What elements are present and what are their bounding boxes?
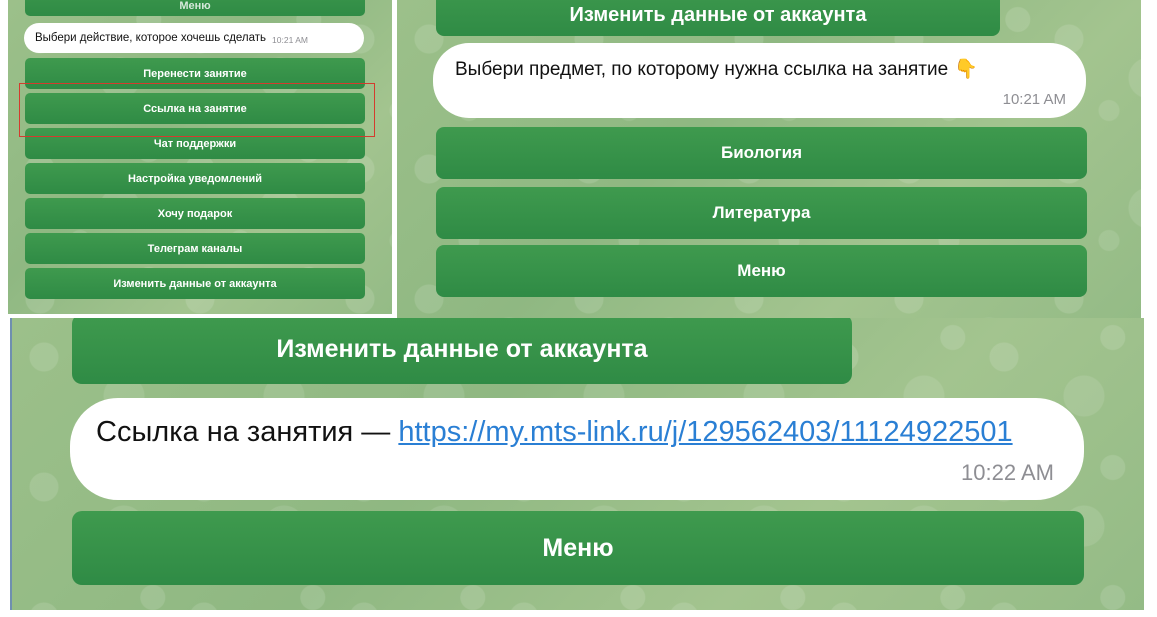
- button-label: Телеграм каналы: [147, 242, 243, 255]
- button-label: Меню: [542, 533, 614, 562]
- menu-button[interactable]: Меню: [436, 245, 1087, 297]
- chat-panel-link: Изменить данные от аккаунта Ссылка на за…: [10, 318, 1144, 610]
- menu-button[interactable]: Меню: [72, 511, 1084, 585]
- menu-button-partial[interactable]: Меню: [25, 0, 365, 16]
- pointing-down-icon: 👇: [954, 59, 978, 80]
- message-text: Выбери действие, которое хочешь сделать: [35, 32, 267, 44]
- gift-button[interactable]: Хочу подарок: [25, 198, 365, 229]
- notification-settings-button[interactable]: Настройка уведомлений: [25, 163, 365, 194]
- chat-panel-actions: Меню Выбери действие, которое хочешь сде…: [8, 0, 392, 314]
- message-text: Выбери предмет, по которому нужна ссылка…: [455, 59, 949, 80]
- button-label: Чат поддержки: [153, 137, 237, 150]
- message-bubble: Выбери предмет, по которому нужна ссылка…: [433, 43, 1086, 118]
- telegram-channels-button[interactable]: Телеграм каналы: [25, 233, 365, 264]
- chat-panel-subjects: Изменить данные от аккаунта Выбери предм…: [397, 0, 1141, 318]
- biology-button[interactable]: Биология: [436, 127, 1087, 179]
- message-prefix: Ссылка на занятия —: [96, 416, 399, 448]
- button-label: Перенести занятие: [143, 67, 247, 80]
- button-label: Изменить данные от аккаунта: [569, 3, 867, 26]
- lesson-link[interactable]: https://my.mts-link.ru/j/129562403/11124…: [398, 416, 1012, 448]
- button-label: Изменить данные от аккаунта: [113, 277, 277, 290]
- literature-button[interactable]: Литература: [436, 187, 1087, 239]
- button-label: Литература: [712, 203, 811, 222]
- highlight-box: [19, 83, 375, 137]
- edit-account-button[interactable]: Изменить данные от аккаунта: [72, 318, 852, 384]
- button-label: Биология: [720, 143, 803, 162]
- message-bubble: Выбери действие, которое хочешь сделать …: [24, 23, 364, 53]
- message-bubble: Ссылка на занятия — https://my.mts-link.…: [70, 398, 1084, 500]
- button-label: Настройка уведомлений: [127, 172, 263, 185]
- message-time: 10:21 AM: [272, 34, 308, 45]
- message-time: 10:21 AM: [1002, 91, 1066, 108]
- button-label: Хочу подарок: [157, 207, 233, 220]
- edit-account-button[interactable]: Изменить данные от аккаунта: [436, 0, 1000, 36]
- button-label: Меню: [179, 0, 211, 12]
- button-label: Изменить данные от аккаунта: [276, 334, 648, 363]
- edit-account-button[interactable]: Изменить данные от аккаунта: [25, 268, 365, 299]
- message-time: 10:22 AM: [961, 460, 1054, 485]
- button-label: Меню: [737, 261, 786, 280]
